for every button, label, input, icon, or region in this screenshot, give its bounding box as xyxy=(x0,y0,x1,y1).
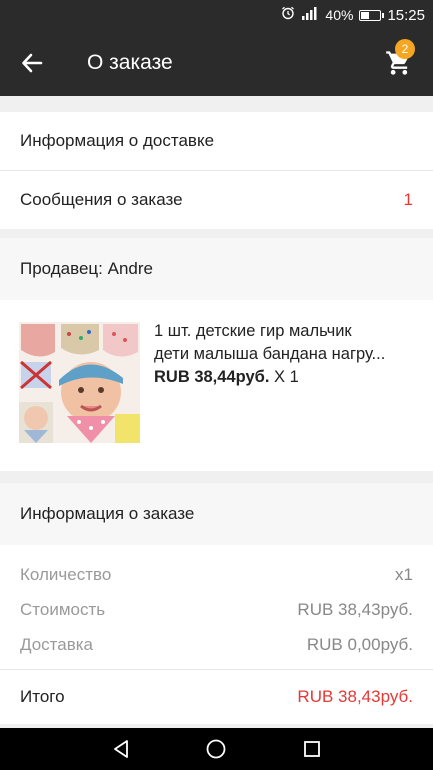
back-triangle-icon xyxy=(114,740,128,758)
total-label: Итого xyxy=(20,687,65,706)
order-info-heading: Информация о заказе xyxy=(20,504,195,523)
delivery-info-label: Информация о доставке xyxy=(20,131,215,150)
battery-icon xyxy=(359,10,385,21)
cart-count-badge: 2 xyxy=(395,39,415,59)
product-image xyxy=(19,322,140,443)
product-item[interactable]: 1 шт. детские гир мальчик дети малыша ба… xyxy=(0,300,433,471)
back-button[interactable] xyxy=(12,43,52,83)
system-nav-bar xyxy=(0,728,433,770)
order-info-heading-row: Информация о заказе xyxy=(0,483,433,545)
seller-card: Продавец: Andre 1 шт. детские гир мальчи… xyxy=(0,238,433,471)
page-title: О заказе xyxy=(87,51,173,74)
shipping-value: RUB 0,00руб. xyxy=(306,634,413,654)
cost-label: Стоимость xyxy=(20,599,106,619)
recents-square-icon xyxy=(304,741,320,757)
order-messages-label: Сообщения о заказе xyxy=(20,190,183,209)
messages-count: 1 xyxy=(403,190,413,209)
home-circle-icon xyxy=(206,739,226,759)
cart-button[interactable]: 2 xyxy=(379,39,419,83)
product-quantity: X 1 xyxy=(274,368,299,386)
total-row: Итого RUB 38,43руб. xyxy=(0,670,433,724)
order-links-card: Информация о доставке Сообщения о заказе… xyxy=(0,112,433,229)
total-value: RUB 38,43руб. xyxy=(297,687,413,706)
nav-recents-button[interactable] xyxy=(297,735,327,763)
alarm-icon xyxy=(281,6,295,24)
battery-percent: 40% xyxy=(325,7,354,23)
order-info-card: Информация о заказе Количество x1 Стоимо… xyxy=(0,483,433,724)
nav-back-button[interactable] xyxy=(106,735,136,763)
product-info: 1 шт. детские гир мальчик дети малыша ба… xyxy=(154,320,385,443)
quantity-value: x1 xyxy=(395,564,413,584)
quantity-label: Количество xyxy=(20,564,112,584)
shipping-row: Доставка RUB 0,00руб. xyxy=(0,627,433,662)
quantity-row: Количество x1 xyxy=(0,557,433,592)
order-details: Информация о доставке Сообщения о заказе… xyxy=(0,96,433,728)
product-name-line2: дети малыша бандана нагру... xyxy=(154,345,386,363)
status-bar: 40% 15:25 xyxy=(0,0,433,30)
cost-row: Стоимость RUB 38,43руб. xyxy=(0,592,433,627)
product-name-line1: 1 шт. детские гир мальчик xyxy=(154,322,352,340)
signal-icon xyxy=(301,6,319,24)
clock: 15:25 xyxy=(387,6,425,24)
seller-row[interactable]: Продавец: Andre xyxy=(0,238,433,300)
app-bar: О заказе 2 xyxy=(0,30,433,96)
arrow-back-icon xyxy=(22,53,43,73)
delivery-info-row[interactable]: Информация о доставке xyxy=(0,112,433,170)
nav-home-button[interactable] xyxy=(201,735,231,763)
shipping-label: Доставка xyxy=(20,634,94,654)
order-messages-row[interactable]: Сообщения о заказе 1 xyxy=(0,171,433,229)
cost-value: RUB 38,43руб. xyxy=(297,599,413,619)
seller-label: Продавец: Andre xyxy=(20,259,153,278)
product-price: RUB 38,44руб. xyxy=(154,368,270,386)
